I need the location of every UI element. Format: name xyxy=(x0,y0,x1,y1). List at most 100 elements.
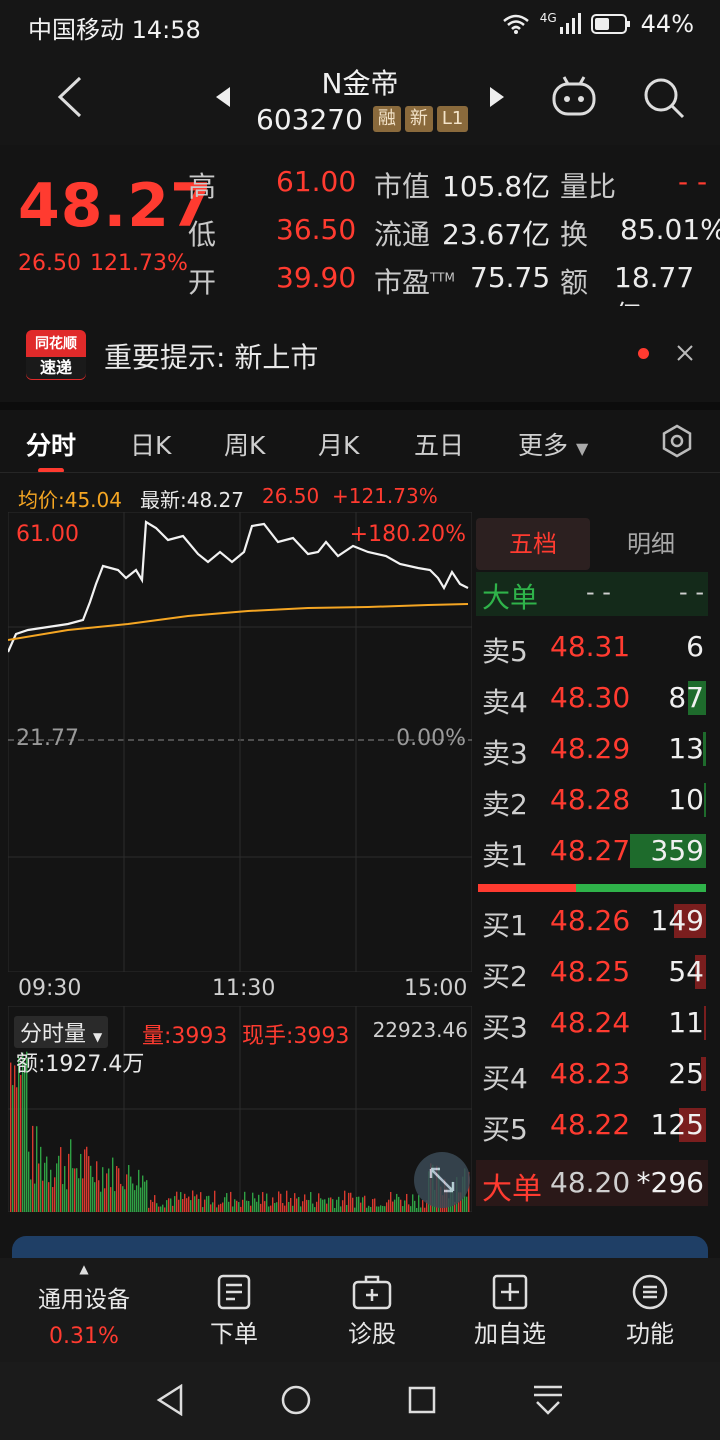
price-change: 26.50 xyxy=(18,251,81,276)
volume-bar xyxy=(72,1168,74,1212)
float-label: 流通 xyxy=(374,218,431,251)
volume-bar xyxy=(198,1198,200,1212)
volume-bar xyxy=(332,1199,334,1212)
volume-bar xyxy=(416,1207,418,1212)
intraday-chart[interactable]: 61.00 +180.20% 21.77 0.00% 09:30 11:30 1… xyxy=(8,512,472,1001)
back-triangle-icon[interactable] xyxy=(156,1384,184,1416)
volume-bar xyxy=(18,1056,20,1212)
signal-icon xyxy=(559,13,581,34)
robot-assistant-icon[interactable] xyxy=(550,74,598,118)
bid-qty-2: 54 xyxy=(668,955,704,988)
bid-qty-5: 125 xyxy=(650,1108,704,1141)
volume-bar xyxy=(328,1197,330,1212)
volume-bar xyxy=(318,1193,320,1212)
volume-bar xyxy=(228,1201,230,1212)
price-change-pct: 121.73% xyxy=(90,251,188,276)
tab-trade-detail[interactable]: 明细 xyxy=(594,518,708,570)
volume-bar xyxy=(202,1207,204,1212)
ask-qty-1: 359 xyxy=(650,834,704,867)
volume-bar xyxy=(52,1187,54,1212)
nav-add-watchlist[interactable]: 加自选 xyxy=(450,1274,570,1349)
volume-bar xyxy=(182,1199,184,1212)
volume-bar xyxy=(370,1206,372,1212)
volume-bar xyxy=(272,1197,274,1212)
volume-bar xyxy=(178,1199,180,1212)
volume-bar xyxy=(264,1201,266,1212)
volume-bar xyxy=(90,1165,92,1212)
volume-bar xyxy=(392,1201,394,1212)
volume-bar xyxy=(40,1146,42,1212)
volume-bar xyxy=(218,1204,220,1212)
volume-bar xyxy=(188,1196,190,1212)
ask-label-1: 卖1 xyxy=(482,839,528,872)
ask-label-3: 卖3 xyxy=(482,737,528,770)
fullscreen-button[interactable] xyxy=(414,1152,470,1208)
tab-intraday[interactable]: 分时 xyxy=(26,426,76,462)
home-circle-icon[interactable] xyxy=(280,1384,312,1416)
volume-bar xyxy=(322,1199,324,1212)
stock-code-row: 603270 融 新 L1 xyxy=(256,102,469,136)
volume-bar xyxy=(298,1197,300,1212)
nav-place-order[interactable]: 下单 xyxy=(174,1274,294,1349)
volume-right-value: 22923.46 xyxy=(372,1018,468,1042)
volume-bar xyxy=(180,1192,182,1212)
tab-five-levels[interactable]: 五档 xyxy=(476,518,590,570)
dock-menu-icon[interactable] xyxy=(532,1384,564,1418)
volume-selector[interactable]: 分时量 ▼ xyxy=(14,1016,109,1048)
unread-dot-icon xyxy=(638,348,649,359)
chart-settings-icon[interactable] xyxy=(660,424,694,458)
volume-bar xyxy=(214,1190,216,1212)
volume-bar xyxy=(290,1197,292,1212)
next-stock-icon[interactable] xyxy=(488,86,506,108)
volume-bar xyxy=(86,1146,88,1212)
volume-bar xyxy=(44,1162,46,1212)
volume-bar xyxy=(170,1198,172,1212)
bid-row-1: 买1 48.26 149 xyxy=(476,896,708,946)
bid-label-1: 买1 xyxy=(482,909,528,942)
ask-row-2: 卖2 48.28 10 xyxy=(476,775,708,825)
tab-weekly-k[interactable]: 周K xyxy=(224,426,265,462)
volume-bar xyxy=(376,1206,378,1212)
volume-bar xyxy=(410,1206,412,1212)
mktcap-label: 市值 xyxy=(374,170,431,203)
volume-chart[interactable]: 分时量 ▼ 量:3993 现手:3993 22923.46 额:1927.4万 xyxy=(8,1006,472,1212)
pe-value: 75.75 xyxy=(470,261,551,294)
volume-bar xyxy=(402,1206,404,1212)
sector-indicator[interactable]: ▲ 通用设备 0.31% xyxy=(14,1262,154,1349)
high-value: 61.00 xyxy=(276,165,357,198)
notice-text: 重要提示: 新上市 xyxy=(104,341,319,374)
volume-bar xyxy=(196,1194,198,1212)
amount-label: 额 xyxy=(560,266,589,299)
search-icon[interactable] xyxy=(642,76,686,120)
volume-bar xyxy=(310,1192,312,1212)
tab-more[interactable]: 更多 ▼ xyxy=(518,426,588,462)
tab-more-label: 更多 xyxy=(518,431,569,460)
close-icon[interactable] xyxy=(676,344,694,362)
notice-bar[interactable]: 同花顺 速递 重要提示: 新上市 xyxy=(0,306,720,402)
volume-bar xyxy=(280,1193,282,1212)
volume-bar xyxy=(240,1206,242,1212)
nav-diagnose[interactable]: 诊股 xyxy=(312,1274,432,1349)
volume-bar xyxy=(174,1196,176,1212)
volume-bar xyxy=(378,1206,380,1212)
tab-five-day[interactable]: 五日 xyxy=(414,426,464,462)
tab-daily-k[interactable]: 日K xyxy=(130,426,171,462)
volume-bar xyxy=(164,1207,166,1212)
volume-bar xyxy=(58,1155,60,1212)
buy-sell-ratio-bar xyxy=(478,884,706,892)
volume-bar xyxy=(278,1191,280,1212)
volume-bar xyxy=(274,1203,276,1212)
nav-functions[interactable]: 功能 xyxy=(590,1274,710,1349)
intraday-info-row: 均价:45.04 最新:48.27 26.50 +121.73% xyxy=(0,478,720,512)
volume-bar xyxy=(354,1207,356,1212)
tab-monthly-k[interactable]: 月K xyxy=(318,426,359,462)
volume-bar xyxy=(42,1180,44,1212)
volume-bar xyxy=(344,1190,346,1212)
volume-bar xyxy=(294,1193,296,1212)
volume-bar xyxy=(138,1169,140,1212)
volume-bar xyxy=(366,1207,368,1212)
recents-square-icon[interactable] xyxy=(408,1386,436,1414)
nav-functions-label: 功能 xyxy=(626,1320,674,1348)
wifi-icon xyxy=(502,14,529,34)
volume-bar xyxy=(100,1191,102,1212)
